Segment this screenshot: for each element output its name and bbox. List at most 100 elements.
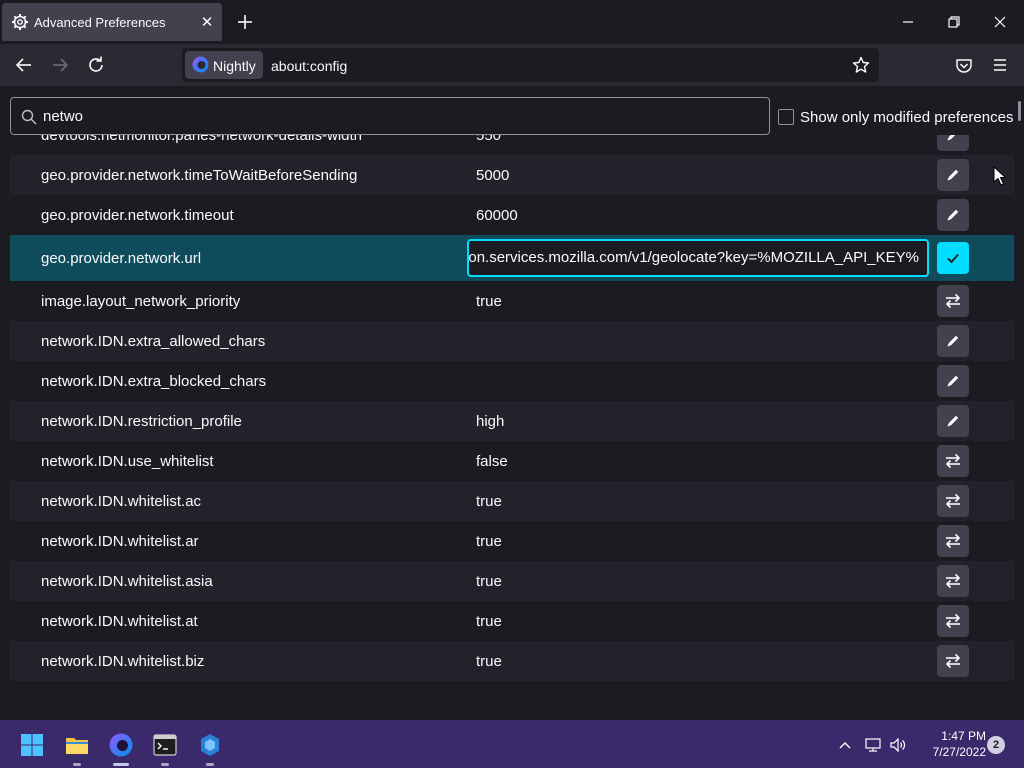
pref-row[interactable]: network.IDN.use_whitelist false xyxy=(10,441,1014,481)
network-icon[interactable] xyxy=(864,736,882,754)
pref-row[interactable]: network.IDN.extra_blocked_chars xyxy=(10,361,1014,401)
edit-button[interactable] xyxy=(937,325,969,357)
tab-close-button[interactable]: ✕ xyxy=(198,13,216,31)
pref-name: geo.provider.network.timeout xyxy=(41,207,234,224)
toggle-swap-icon xyxy=(945,573,961,589)
identity-box[interactable]: Nightly xyxy=(185,51,263,79)
about-config-page: netwo Show only modified preferences dev… xyxy=(0,86,1024,720)
nightly-active-indicator xyxy=(113,763,129,766)
pref-value: true xyxy=(476,653,502,670)
volume-icon[interactable] xyxy=(889,736,907,754)
pref-value: 60000 xyxy=(476,207,518,224)
nightly-logo-icon xyxy=(192,56,209,73)
pref-name: network.IDN.whitelist.at xyxy=(41,613,198,630)
scrollbar-thumb[interactable] xyxy=(1018,101,1021,121)
search-input[interactable]: netwo xyxy=(10,97,770,135)
tab-title: Advanced Preferences xyxy=(34,15,166,30)
mouse-cursor-icon xyxy=(993,166,1007,186)
toggle-button[interactable] xyxy=(937,645,969,677)
show-modified-label: Show only modified preferences xyxy=(800,109,1014,126)
forward-arrow-icon[interactable] xyxy=(49,54,71,76)
pref-value: true xyxy=(476,573,502,590)
pencil-edit-icon xyxy=(947,415,959,427)
identity-label: Nightly xyxy=(213,58,256,74)
pencil-edit-icon xyxy=(947,335,959,347)
pref-row[interactable]: network.IDN.restriction_profile high xyxy=(10,401,1014,441)
restore-icon[interactable] xyxy=(944,12,964,32)
explorer-running-indicator xyxy=(73,763,81,766)
windows-taskbar: 1:47 PM 7/27/2022 2 xyxy=(0,720,1024,768)
pref-row[interactable]: network.IDN.extra_allowed_chars xyxy=(10,321,1014,361)
toggle-button[interactable] xyxy=(937,285,969,317)
pref-row[interactable]: network.IDN.whitelist.asia true xyxy=(10,561,1014,601)
edit-button[interactable] xyxy=(937,365,969,397)
edit-button[interactable] xyxy=(937,199,969,231)
pref-value: true xyxy=(476,533,502,550)
pref-name: geo.provider.network.url xyxy=(41,250,202,267)
pref-value: high xyxy=(476,413,505,430)
pref-name: network.IDN.whitelist.asia xyxy=(41,573,213,590)
tab-strip: Advanced Preferences ✕ xyxy=(0,0,1024,44)
pref-value-edit-text: ition.services.mozilla.com/v1/geolocate?… xyxy=(467,249,919,266)
new-tab-plus-icon[interactable] xyxy=(235,12,255,32)
windows-start-icon[interactable] xyxy=(20,733,44,757)
back-arrow-icon[interactable] xyxy=(13,54,35,76)
notification-badge[interactable]: 2 xyxy=(987,736,1005,754)
toggle-button[interactable] xyxy=(937,605,969,637)
pref-row[interactable]: network.IDN.whitelist.ar true xyxy=(10,521,1014,561)
pref-row[interactable]: network.IDN.whitelist.ac true xyxy=(10,481,1014,521)
url-text[interactable]: about:config xyxy=(271,58,347,74)
toggle-swap-icon xyxy=(945,293,961,309)
pref-name: network.IDN.use_whitelist xyxy=(41,453,214,470)
pref-row[interactable]: network.IDN.whitelist.at true xyxy=(10,601,1014,641)
app-running-indicator xyxy=(206,763,214,766)
toggle-button[interactable] xyxy=(937,565,969,597)
reload-icon[interactable] xyxy=(85,54,107,76)
pref-name: image.layout_network_priority xyxy=(41,293,241,310)
save-button[interactable] xyxy=(937,242,969,274)
menu-hamburger-icon[interactable] xyxy=(989,54,1011,76)
toggle-button[interactable] xyxy=(937,445,969,477)
pref-row[interactable]: network.IDN.whitelist.biz true xyxy=(10,641,1014,681)
clock-time: 1:47 PM xyxy=(941,729,986,743)
pref-row[interactable]: image.layout_network_priority true xyxy=(10,281,1014,321)
checkbox-box[interactable] xyxy=(778,109,794,125)
close-window-icon[interactable] xyxy=(990,12,1010,32)
toggle-swap-icon xyxy=(945,613,961,629)
checkmark-save-icon xyxy=(947,253,959,264)
pref-row[interactable]: geo.provider.network.timeToWaitBeforeSen… xyxy=(10,155,1014,195)
chevron-up-icon[interactable] xyxy=(836,736,854,754)
pref-value-edit-input[interactable]: ition.services.mozilla.com/v1/geolocate?… xyxy=(467,239,929,277)
pref-value: 5000 xyxy=(476,167,510,184)
pref-name: network.IDN.extra_allowed_chars xyxy=(41,333,266,350)
file-explorer-icon[interactable] xyxy=(64,732,90,758)
terminal-running-indicator xyxy=(161,763,169,766)
app-icon[interactable] xyxy=(197,732,223,758)
terminal-icon[interactable] xyxy=(152,732,178,758)
edit-button[interactable] xyxy=(937,405,969,437)
pref-name: network.IDN.whitelist.ac xyxy=(41,493,202,510)
minimize-icon[interactable] xyxy=(898,12,918,32)
pref-row[interactable]: geo.provider.network.timeout 60000 xyxy=(10,195,1014,235)
gear-icon xyxy=(12,14,28,30)
toggle-button[interactable] xyxy=(937,485,969,517)
toggle-swap-icon xyxy=(945,493,961,509)
pref-name: network.IDN.restriction_profile xyxy=(41,413,242,430)
search-icon xyxy=(21,109,37,125)
pref-name: network.IDN.whitelist.ar xyxy=(41,533,199,550)
search-value: netwo xyxy=(43,108,84,125)
url-bar[interactable]: Nightly about:config xyxy=(182,48,879,82)
firefox-nightly-icon[interactable] xyxy=(108,732,134,758)
pref-value: true xyxy=(476,493,502,510)
tab-advanced-preferences[interactable]: Advanced Preferences ✕ xyxy=(2,3,222,41)
toggle-swap-icon xyxy=(945,453,961,469)
toggle-button[interactable] xyxy=(937,525,969,557)
toggle-swap-icon xyxy=(945,653,961,669)
edit-button[interactable] xyxy=(937,159,969,191)
pencil-edit-icon xyxy=(947,169,959,181)
pocket-icon[interactable] xyxy=(953,54,975,76)
bookmark-star-icon[interactable] xyxy=(852,56,870,74)
pencil-edit-icon xyxy=(947,209,959,221)
pref-row[interactable]: geo.provider.network.url ition.services.m… xyxy=(10,235,1014,281)
taskbar-clock[interactable]: 1:47 PM 7/27/2022 xyxy=(910,728,986,760)
